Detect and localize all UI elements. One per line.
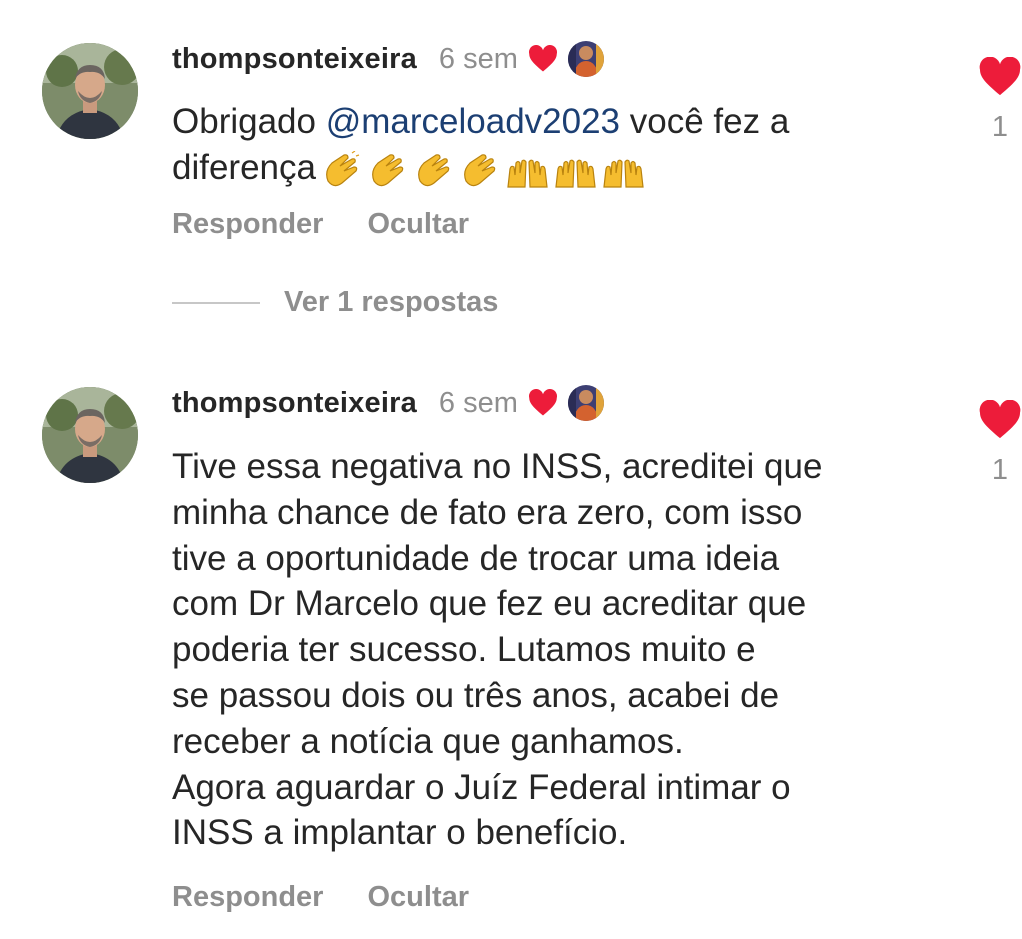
creator-liked-heart-icon [528, 388, 558, 417]
timestamp: 6 sem [438, 42, 518, 75]
username[interactable]: thompsonteixeira [172, 43, 417, 76]
comment-text-prefix: Obrigado [172, 102, 326, 141]
view-replies-label: Ver 1 respostas [284, 286, 499, 318]
hide-button[interactable]: Ocultar [367, 208, 469, 241]
hide-button[interactable]: Ocultar [367, 881, 469, 914]
creator-avatar-icon [567, 41, 604, 77]
comment-1: thompsonteixeira 6 sem Obrigado @marcelo… [0, 0, 1022, 340]
avatar-photo [42, 387, 138, 483]
reply-button[interactable]: Responder [172, 881, 323, 914]
heart-icon [979, 57, 1021, 96]
like-count: 1 [991, 111, 1009, 143]
comment-text: Tive essa negativa no INSS, acreditei qu… [172, 447, 823, 853]
like-button[interactable]: 1 [978, 57, 1022, 144]
like-count: 1 [991, 454, 1009, 486]
comment-actions: Responder Ocultar [172, 881, 469, 914]
comment-header: thompsonteixeira 6 sem [172, 381, 604, 425]
creator-avatar-icon [567, 385, 604, 421]
heart-icon [979, 400, 1021, 439]
avatar[interactable] [42, 43, 138, 139]
like-button[interactable]: 1 [978, 400, 1022, 487]
avatar-photo [42, 43, 138, 139]
view-replies-button[interactable]: Ver 1 respostas [172, 286, 498, 319]
comment-2: thompsonteixeira 6 sem Tive essa negativ… [0, 340, 1022, 939]
mention-link[interactable]: @marceloadv2023 [326, 102, 620, 141]
username[interactable]: thompsonteixeira [172, 387, 417, 420]
reply-button[interactable]: Responder [172, 208, 323, 241]
comment-actions: Responder Ocultar [172, 208, 469, 241]
comment-header: thompsonteixeira 6 sem [172, 37, 604, 81]
timestamp: 6 sem [438, 386, 518, 419]
avatar[interactable] [42, 387, 138, 483]
clapping-emoji-icon [322, 147, 652, 189]
creator-liked-heart-icon [528, 44, 558, 73]
comment-text: Obrigado @marceloadv2023 você fez a dife… [172, 99, 932, 191]
replies-divider [172, 301, 260, 304]
